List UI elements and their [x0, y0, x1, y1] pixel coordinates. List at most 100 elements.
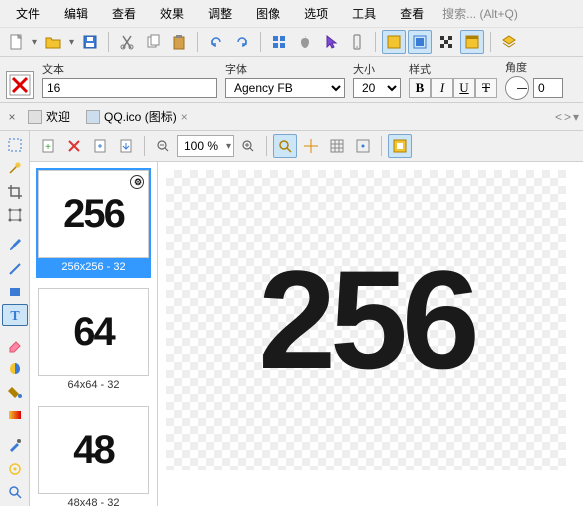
text-tool[interactable]: T — [2, 304, 28, 326]
import-button[interactable] — [114, 134, 138, 158]
menu-search[interactable]: 查看 — [388, 2, 436, 25]
wand-tool[interactable] — [2, 157, 28, 179]
recolor-tool[interactable] — [2, 357, 28, 379]
copy-button[interactable] — [141, 30, 165, 54]
tab-prev[interactable]: < — [555, 110, 562, 124]
phone-icon[interactable] — [345, 30, 369, 54]
zoom-tool[interactable] — [2, 481, 28, 503]
tab-welcome-label: 欢迎 — [46, 108, 70, 125]
cancel-icon[interactable] — [6, 71, 34, 99]
canvas-area[interactable]: 256 — [158, 162, 583, 506]
fit-button[interactable] — [388, 134, 412, 158]
panel-button[interactable] — [460, 30, 484, 54]
open-button[interactable] — [41, 30, 65, 54]
menu-tool[interactable]: 工具 — [340, 2, 388, 25]
menu-effect[interactable]: 效果 — [148, 2, 196, 25]
svg-text:+: + — [45, 142, 51, 153]
angle-input[interactable] — [533, 78, 563, 98]
angle-dial[interactable] — [505, 76, 529, 100]
thumb-item[interactable]: 6464x64 - 32 — [36, 286, 151, 396]
thumb-preview: 256⚙ — [38, 170, 149, 258]
zoom-input[interactable] — [178, 139, 224, 153]
zoom-in-button[interactable] — [236, 134, 260, 158]
windows-icon[interactable] — [267, 30, 291, 54]
zoom-box[interactable]: ▾ — [177, 135, 234, 157]
save-button[interactable] — [78, 30, 102, 54]
text-label: 文本 — [42, 61, 217, 77]
main-area: T + ▾ — [0, 131, 583, 506]
options-bar: 文本 字体 Agency FB 大小 20 样式 B I U T 角度 — [0, 57, 583, 103]
thumb-label: 64x64 - 32 — [38, 376, 149, 394]
canvas-content: 256 — [258, 239, 474, 401]
home-icon — [28, 110, 42, 124]
line-tool[interactable] — [2, 257, 28, 279]
delete-page-button[interactable] — [62, 134, 86, 158]
gear-icon: ⚙ — [130, 175, 144, 189]
content-area: + ▾ 256⚙256x256 - 326464x64 - 324848x48 … — [30, 131, 583, 506]
thumb-item[interactable]: 256⚙256x256 - 32 — [36, 168, 151, 278]
bold-button[interactable]: B — [409, 78, 431, 98]
toolbox: T — [0, 131, 30, 506]
tab-next[interactable]: > — [564, 110, 571, 124]
search-box[interactable]: 搜索... (Alt+Q) — [436, 2, 579, 25]
eraser-tool[interactable] — [2, 334, 28, 356]
tab-file[interactable]: QQ.ico (图标) × — [78, 105, 196, 128]
tab-more[interactable]: ▾ — [573, 110, 579, 124]
thumb-label: 256x256 - 32 — [38, 258, 149, 276]
open-dropdown[interactable]: ▾ — [67, 37, 76, 48]
underline-button[interactable]: U — [453, 78, 475, 98]
menu-adjust[interactable]: 调整 — [196, 2, 244, 25]
export-button[interactable] — [88, 134, 112, 158]
cursor-icon[interactable] — [319, 30, 343, 54]
checker-button[interactable] — [434, 30, 458, 54]
menu-file[interactable]: 文件 — [4, 2, 52, 25]
cut-button[interactable] — [115, 30, 139, 54]
test-button-1[interactable] — [382, 30, 406, 54]
tab-file-label: QQ.ico (图标) — [104, 108, 177, 125]
redo-button[interactable] — [230, 30, 254, 54]
tab-welcome[interactable]: 欢迎 — [20, 105, 78, 128]
transform-tool[interactable] — [2, 204, 28, 226]
rect-tool[interactable] — [2, 281, 28, 303]
content-body: 256⚙256x256 - 326464x64 - 324848x48 - 32… — [30, 162, 583, 506]
brush-tool[interactable] — [2, 234, 28, 256]
thumb-preview: 64 — [38, 288, 149, 376]
menu-view[interactable]: 查看 — [100, 2, 148, 25]
canvas-checker: 256 — [166, 170, 566, 470]
menu-option[interactable]: 选项 — [292, 2, 340, 25]
layers-button[interactable] — [497, 30, 521, 54]
font-select[interactable]: Agency FB — [225, 78, 345, 98]
italic-button[interactable]: I — [431, 78, 453, 98]
tab-file-close[interactable]: × — [181, 110, 188, 124]
strike-button[interactable]: T — [475, 78, 497, 98]
new-button[interactable] — [4, 30, 28, 54]
bucket-tool[interactable] — [2, 381, 28, 403]
hotspot-tool[interactable] — [2, 457, 28, 479]
eyedropper-tool[interactable] — [2, 434, 28, 456]
new-page-button[interactable]: + — [36, 134, 60, 158]
zoom-out-button[interactable] — [151, 134, 175, 158]
menu-edit[interactable]: 编辑 — [52, 2, 100, 25]
new-dropdown[interactable]: ▾ — [30, 37, 39, 48]
crosshair-button[interactable] — [299, 134, 323, 158]
main-toolbar: ▾ ▾ — [0, 28, 583, 57]
select-rect-tool[interactable] — [2, 134, 28, 156]
file-icon — [86, 110, 100, 124]
crop-tool[interactable] — [2, 181, 28, 203]
tab-close-all[interactable]: × — [4, 110, 20, 124]
text-input[interactable] — [42, 78, 217, 98]
menu-bar: 文件 编辑 查看 效果 调整 图像 选项 工具 查看 搜索... (Alt+Q) — [0, 0, 583, 28]
tab-bar: × 欢迎 QQ.ico (图标) × < > ▾ — [0, 103, 583, 131]
view-zoom-button[interactable] — [273, 134, 297, 158]
thumb-label: 48x48 - 32 — [38, 494, 149, 506]
undo-button[interactable] — [204, 30, 228, 54]
grid-button[interactable] — [325, 134, 349, 158]
test-button-2[interactable] — [408, 30, 432, 54]
menu-image[interactable]: 图像 — [244, 2, 292, 25]
size-select[interactable]: 20 — [353, 78, 401, 98]
thumb-item[interactable]: 4848x48 - 32 — [36, 404, 151, 506]
center-button[interactable] — [351, 134, 375, 158]
apple-icon[interactable] — [293, 30, 317, 54]
paste-button[interactable] — [167, 30, 191, 54]
gradient-tool[interactable] — [2, 404, 28, 426]
